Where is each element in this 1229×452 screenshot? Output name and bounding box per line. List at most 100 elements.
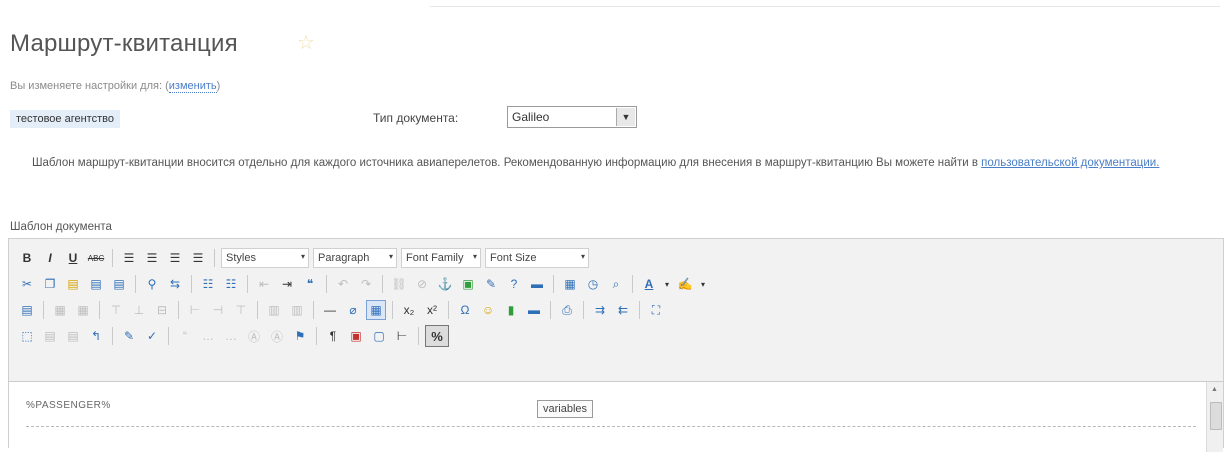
advanced-hr-icon[interactable]: ▬ [524,300,544,320]
col-before-icon[interactable]: ⊢ [185,300,205,320]
rich-text-editor: B I U ABC ☰ ☰ ☰ ☰ Styles ▾ Paragraph ▾ Fon… [8,238,1224,452]
insert-time-icon[interactable]: ◷ [583,274,603,294]
font-color-icon[interactable]: A [639,274,659,294]
indent-icon[interactable]: ⇥ [277,274,297,294]
chevron-down-icon[interactable]: ▾ [698,274,708,294]
special-char-button[interactable]: Ω [455,300,475,320]
attribs-icon[interactable]: ⚑ [290,326,310,346]
find-icon[interactable]: ⚲ [142,274,162,294]
bullet-list-icon[interactable]: ☷ [198,274,218,294]
paste-text-icon[interactable]: ▤ [86,274,106,294]
font-size-dropdown[interactable]: Font Size ▾ [485,248,589,268]
col-after-icon[interactable]: ⊣ [208,300,228,320]
delete-row-icon[interactable]: ⊟ [152,300,172,320]
variables-button[interactable]: % [425,325,449,347]
paste-icon[interactable]: ▤ [63,274,83,294]
styles-dropdown[interactable]: Styles ▾ [221,248,309,268]
cite-icon[interactable]: “ [175,326,195,346]
font-family-label: Font Family [406,252,464,264]
outdent-icon[interactable]: ⇤ [254,274,274,294]
paren-close: ) [216,80,221,92]
styleprops-icon[interactable]: ✎ [119,326,139,346]
cell-props-icon[interactable]: ▦ [73,300,93,320]
italic-button[interactable]: I [40,248,60,268]
spellcheck-icon[interactable]: ✓ [142,326,162,346]
emotions-icon[interactable]: ☺ [478,300,498,320]
separator [392,301,393,319]
separator [135,275,136,293]
doc-type-value: Galileo [512,110,550,124]
row-before-icon[interactable]: ⊤ [106,300,126,320]
star-icon[interactable]: ☆ [297,33,317,53]
copy-icon[interactable]: ❐ [40,274,60,294]
editor-scrollbar[interactable]: ▲ [1206,382,1223,452]
print-icon[interactable]: ⎙ [557,300,577,320]
cleanup-icon[interactable]: ✎ [481,274,501,294]
page-break-icon[interactable]: ▢ [369,326,389,346]
remove-format-icon[interactable]: ⌀ [343,300,363,320]
template-icon[interactable]: ▣ [346,326,366,346]
ltr-icon[interactable]: ⇉ [590,300,610,320]
insert-layer-icon[interactable]: ⬚ [17,326,37,346]
link-icon[interactable]: ⛓ [389,274,409,294]
move-backward-icon[interactable]: ▤ [63,326,83,346]
user-docs-link[interactable]: пользовательской документации. [981,157,1159,169]
align-right-icon[interactable]: ☰ [165,248,185,268]
numbered-list-icon[interactable]: ☷ [221,274,241,294]
table-props-icon[interactable]: ▤ [17,300,37,320]
doc-type-select[interactable]: Galileo ▼ [507,106,637,128]
nonbreaking-icon[interactable]: ⊢ [392,326,412,346]
align-center-icon[interactable]: ☰ [142,248,162,268]
help-icon[interactable]: ? [504,274,524,294]
split-cells-icon[interactable]: ▥ [264,300,284,320]
abbr-icon[interactable]: … [198,326,218,346]
replace-icon[interactable]: ⇆ [165,274,185,294]
change-link[interactable]: изменить [168,80,217,93]
show-blocks-button[interactable]: ¶ [323,326,343,346]
scrollbar-thumb[interactable] [1210,402,1222,430]
superscript-button[interactable]: x² [422,300,442,320]
chevron-down-icon[interactable]: ▼ [616,108,635,126]
chevron-down-icon[interactable]: ▾ [662,274,672,294]
preview-icon[interactable]: ⌕ [606,274,626,294]
top-divider [430,6,1220,7]
move-forward-icon[interactable]: ▤ [40,326,60,346]
row-props-icon[interactable]: ▦ [50,300,70,320]
scroll-up-icon[interactable]: ▲ [1211,386,1218,393]
blockquote-icon[interactable]: ❝ [300,274,320,294]
acronym-icon[interactable]: … [221,326,241,346]
styles-label: Styles [226,252,256,264]
underline-button[interactable]: U [63,248,83,268]
del-icon[interactable]: Ⓐ [244,326,264,346]
align-left-icon[interactable]: ☰ [119,248,139,268]
row-after-icon[interactable]: ⊥ [129,300,149,320]
editor-content[interactable]: %PASSENGER% [9,382,1223,452]
font-family-dropdown[interactable]: Font Family ▾ [401,248,481,268]
fullscreen-icon[interactable]: ⛶ [646,300,666,320]
insert-date-icon[interactable]: ▦ [560,274,580,294]
delete-col-icon[interactable]: ⊤ [231,300,251,320]
redo-icon[interactable]: ↷ [356,274,376,294]
cut-icon[interactable]: ✂ [17,274,37,294]
align-justify-icon[interactable]: ☰ [188,248,208,268]
code-icon[interactable]: ▬ [527,274,547,294]
absolute-icon[interactable]: ↰ [86,326,106,346]
separator [553,275,554,293]
media-icon[interactable]: ▮ [501,300,521,320]
horizontal-rule-icon[interactable]: — [320,300,340,320]
subscript-button[interactable]: x₂ [399,300,419,320]
paragraph-dropdown[interactable]: Paragraph ▾ [313,248,397,268]
separator [191,275,192,293]
paste-word-icon[interactable]: ▤ [109,274,129,294]
rtl-icon[interactable]: ⇇ [613,300,633,320]
bold-button[interactable]: B [17,248,37,268]
strikethrough-button[interactable]: ABC [86,248,106,268]
image-icon[interactable]: ▣ [458,274,478,294]
unlink-icon[interactable]: ⊘ [412,274,432,294]
highlight-color-icon[interactable]: ✍ [675,274,695,294]
merge-cells-icon[interactable]: ▥ [287,300,307,320]
ins-icon[interactable]: Ⓐ [267,326,287,346]
undo-icon[interactable]: ↶ [333,274,353,294]
anchor-icon[interactable]: ⚓ [435,274,455,294]
visual-aid-icon[interactable]: ▦ [366,300,386,320]
